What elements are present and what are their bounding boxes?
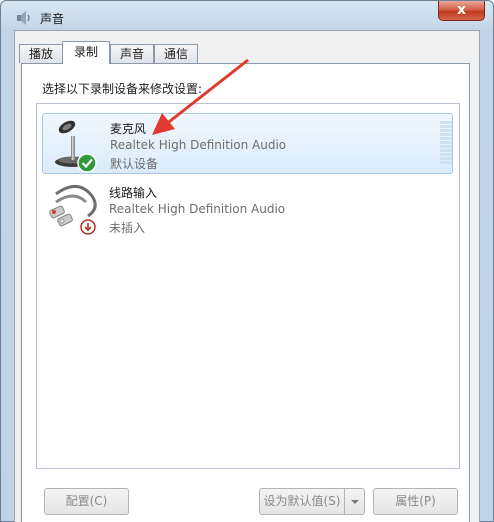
title-bar[interactable]: 声音 x [1, 1, 493, 31]
chevron-down-icon [351, 500, 359, 504]
device-name: 线路输入 [109, 186, 158, 200]
device-driver: Realtek High Definition Audio [109, 202, 286, 216]
configure-button[interactable]: 配置(C) [44, 488, 129, 515]
check-badge-icon [77, 153, 97, 173]
list-item-microphone[interactable]: 麦克风 Realtek High Definition Audio 默认设备 [42, 113, 453, 174]
instruction-text: 选择以下录制设备来修改设置: [42, 82, 203, 96]
device-status: 未插入 [109, 221, 146, 235]
microphone-icon [55, 120, 97, 173]
set-default-dropdown[interactable] [344, 489, 364, 514]
device-status: 默认设备 [110, 157, 159, 171]
tab-recording[interactable]: 录制 [62, 41, 110, 64]
close-icon: x [456, 2, 467, 18]
tab-communications[interactable]: 通信 [154, 44, 198, 63]
line-in-cable-icon [49, 185, 97, 235]
set-default-label: 设为默认值(S) [263, 494, 341, 508]
device-list[interactable]: 麦克风 Realtek High Definition Audio 默认设备 线… [36, 103, 460, 469]
properties-button[interactable]: 属性(P) [373, 488, 458, 515]
set-default-button[interactable]: 设为默认值(S) [259, 488, 365, 515]
tab-playback[interactable]: 播放 [19, 44, 63, 63]
device-name: 麦克风 [110, 122, 147, 136]
level-meter [440, 121, 452, 165]
device-driver: Realtek High Definition Audio [110, 138, 287, 152]
tab-sounds[interactable]: 声音 [110, 44, 154, 63]
close-button[interactable]: x [438, 1, 485, 21]
list-item-line-in[interactable]: 线路输入 Realtek High Definition Audio 未插入 [42, 178, 453, 239]
window-title: 声音 [40, 12, 65, 26]
speaker-icon [17, 11, 30, 25]
